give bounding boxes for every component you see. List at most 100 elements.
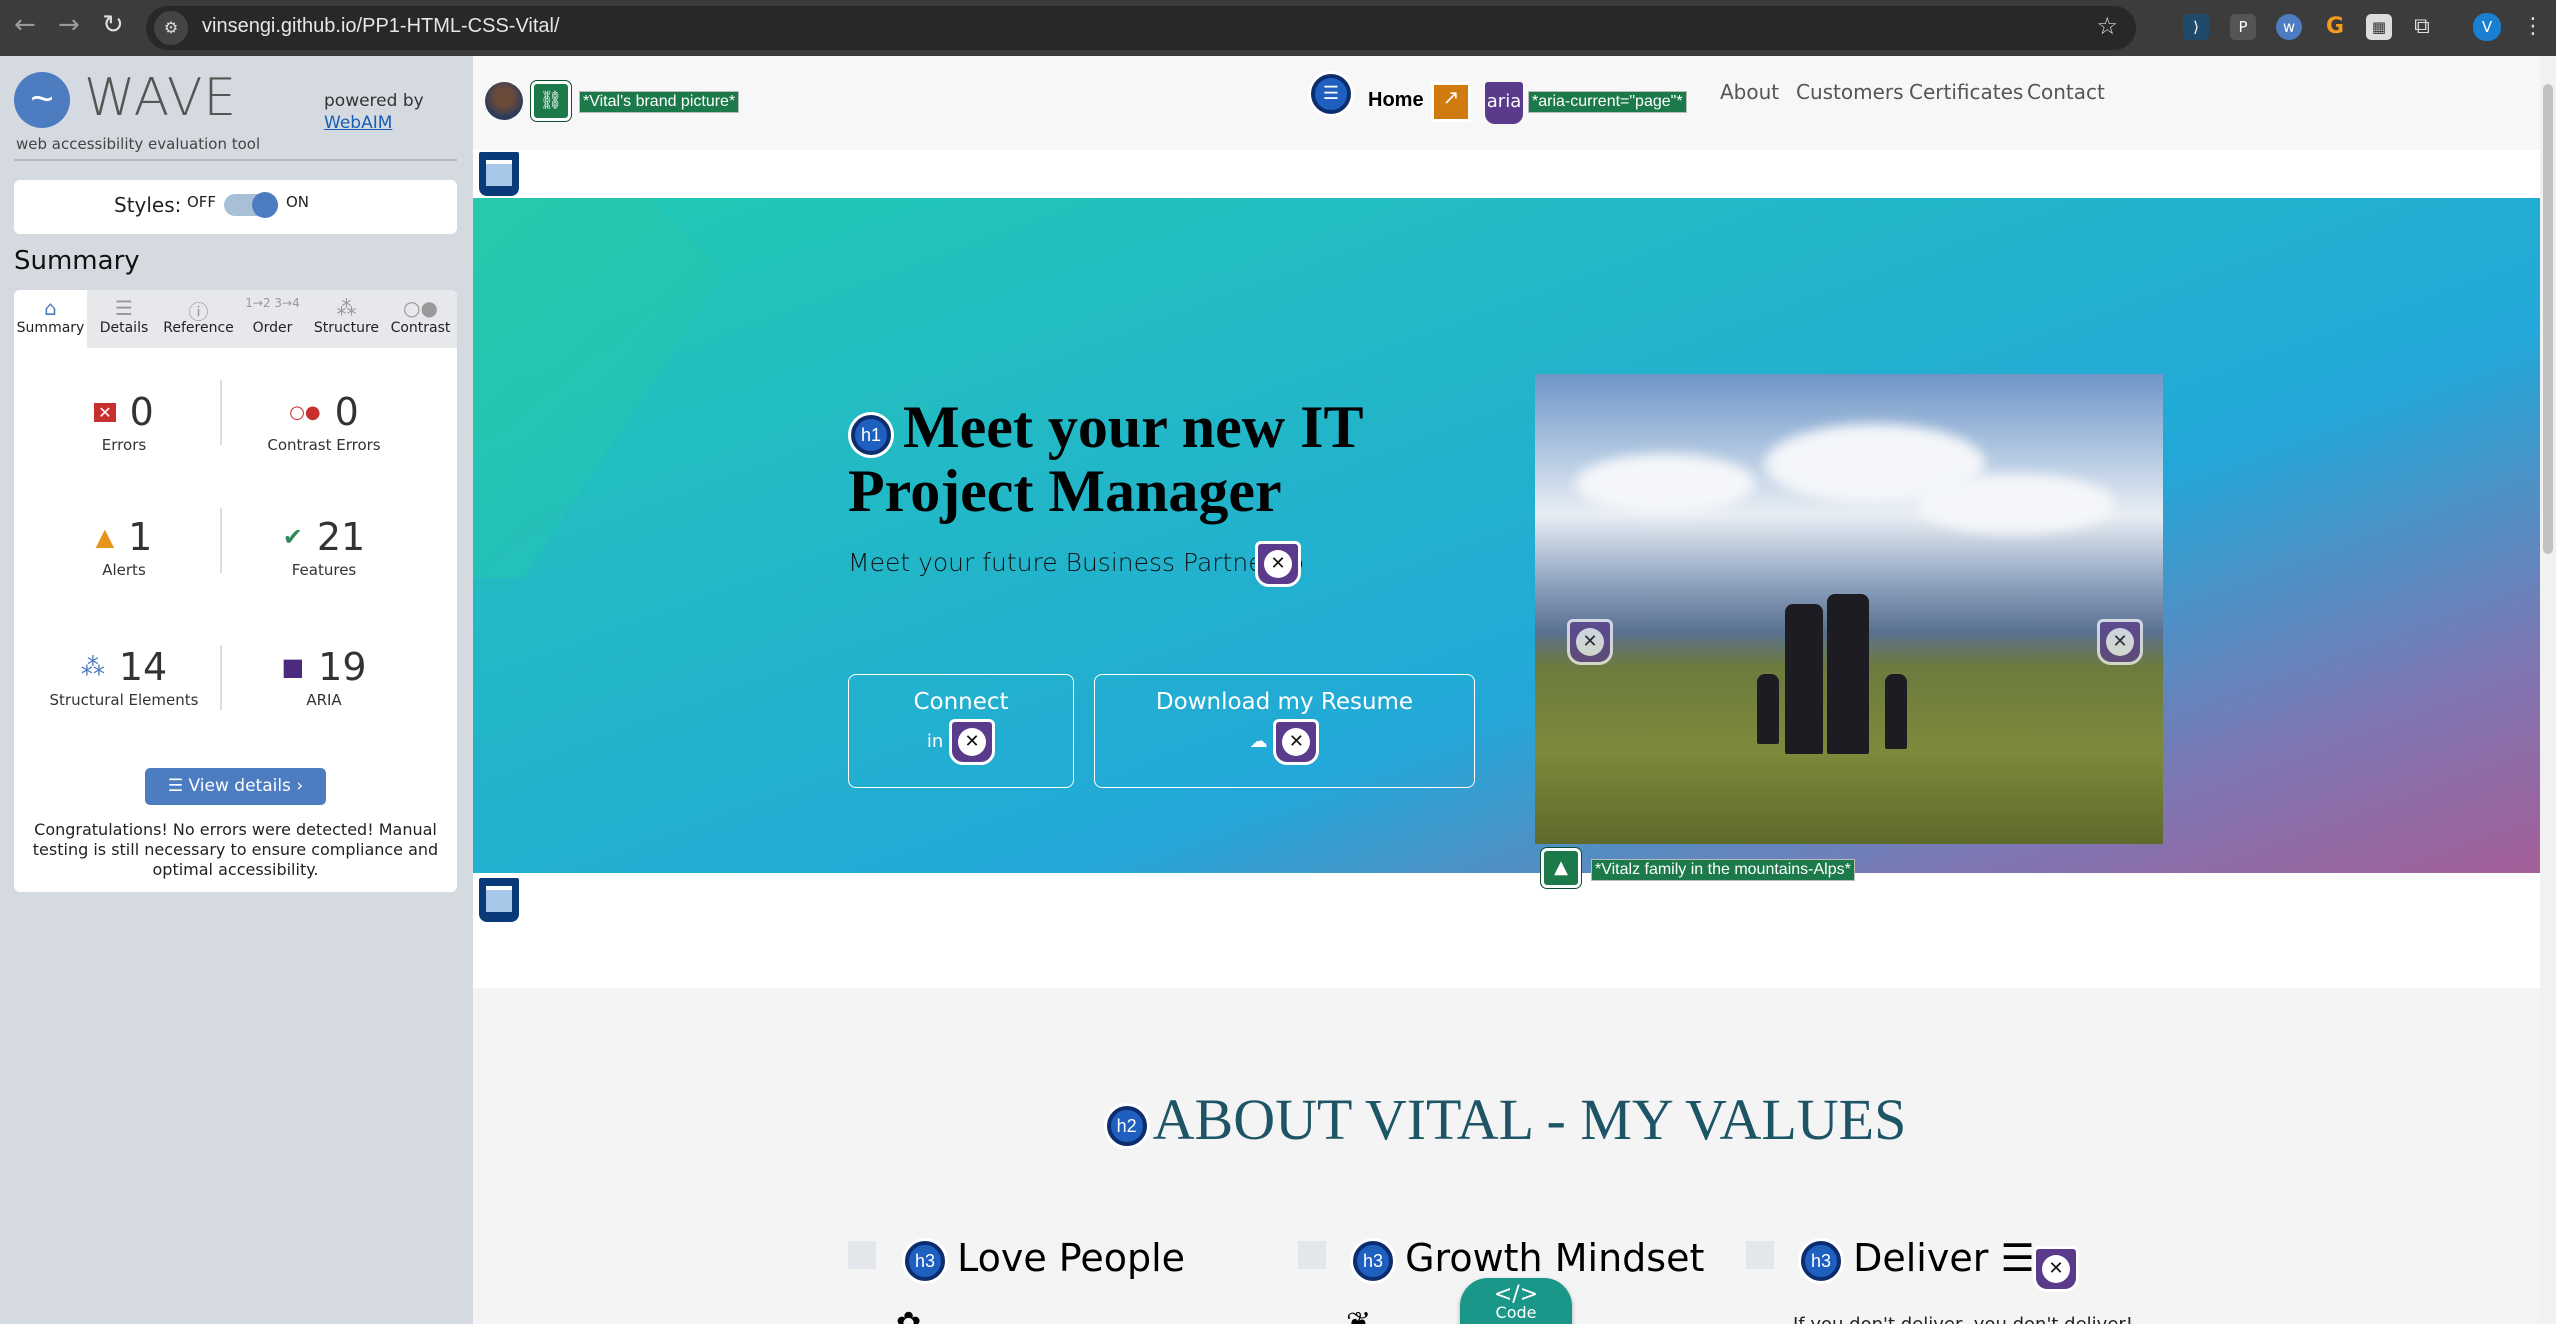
connect-label: Connect <box>913 689 1009 715</box>
contrast-icon: ○● <box>403 296 438 320</box>
brand-avatar[interactable] <box>485 82 523 120</box>
styles-toggle-box: Styles: OFF ON <box>14 180 457 234</box>
aria-alert-icon: ✕ <box>2097 619 2143 665</box>
redundant-link-alert-icon: ↗ <box>1431 82 1471 122</box>
list-icon: ☰ <box>115 296 133 320</box>
summary-panel: ⌂ Summary ☰ Details ⓘ Reference 1→2 3→4 Orde… <box>14 290 457 892</box>
tab-details[interactable]: ☰ Details <box>87 290 161 348</box>
contrast-error-icon: ○● <box>289 401 321 423</box>
download-resume-button[interactable]: Download my Resume ☁ ✕ <box>1094 674 1475 788</box>
image-alt-icon: ▲ <box>1541 848 1581 888</box>
tab-order[interactable]: 1→2 3→4 Order <box>236 290 309 348</box>
value-title: Growth Mindset <box>1405 1236 1705 1280</box>
back-icon[interactable]: ← <box>14 10 36 40</box>
structure-icon: ⁂ <box>336 296 357 320</box>
summary-heading: Summary <box>14 246 140 276</box>
wave-tabs: ⌂ Summary ☰ Details ⓘ Reference 1→2 3→4 Orde… <box>14 290 457 348</box>
empty-aria-alert-icon: ✕ <box>1255 541 1301 587</box>
grammarly-g-icon[interactable]: G <box>2322 14 2348 40</box>
heart-hands-icon: ✿ <box>896 1306 922 1324</box>
person <box>1757 674 1779 744</box>
alerts-count: 1 <box>128 515 153 559</box>
error-icon: ✕ <box>94 402 116 422</box>
linked-image-icon: ⛓ <box>531 81 571 121</box>
tab-label: Order <box>252 320 293 336</box>
home-icon: ⌂ <box>44 296 57 320</box>
stat-errors[interactable]: ✕ 0 Errors <box>24 390 224 454</box>
brush-decoration <box>473 198 723 578</box>
aria-alert-icon: ✕ <box>949 719 996 765</box>
tab-label: Details <box>99 320 149 336</box>
nav-about[interactable]: About <box>1720 80 1779 104</box>
profile-avatar[interactable]: V <box>2473 13 2501 41</box>
wave-subtitle: web accessibility evaluation tool <box>16 135 261 153</box>
url-text[interactable]: vinsengi.github.io/PP1-HTML-CSS-Vital/ <box>202 15 560 38</box>
address-bar[interactable]: ⚙ vinsengi.github.io/PP1-HTML-CSS-Vital/… <box>146 6 2136 50</box>
value-title: Love People <box>957 1236 1186 1280</box>
tab-structure[interactable]: ⁂ Structure <box>309 290 384 348</box>
powered-by: powered by WebAIM <box>324 90 424 134</box>
congrats-message: Congratulations! No errors were detected… <box>32 820 439 879</box>
checklist-icon: ☰ <box>2000 1236 2035 1280</box>
tab-reference[interactable]: ⓘ Reference <box>161 290 236 348</box>
stat-aria[interactable]: ■ 19 ARIA <box>224 645 424 709</box>
info-icon: ⓘ <box>188 300 209 324</box>
forward-icon[interactable]: → <box>58 10 80 40</box>
styles-on-label: ON <box>286 193 310 211</box>
about-heading-text: ABOUT VITAL - MY VALUES <box>1152 1087 1907 1152</box>
errors-label: Errors <box>101 436 147 454</box>
value-growth-mindset: h3 Growth Mindset <box>1353 1236 1704 1281</box>
hero-section: h1 Meet your new IT Project Manager Meet… <box>473 198 2540 888</box>
tab-contrast[interactable]: ○● Contrast <box>384 290 457 348</box>
deliver-text: If you don't deliver, you don't deliver! <box>1793 1314 2133 1324</box>
site-settings-icon[interactable]: ⚙ <box>154 11 188 45</box>
extension-icon[interactable]: P <box>2230 14 2256 40</box>
stat-features[interactable]: ✔ 21 Features <box>224 515 424 579</box>
page-scrollbar[interactable] <box>2540 56 2556 1324</box>
contrast-errors-count: 0 <box>334 390 359 434</box>
person <box>1885 674 1907 749</box>
tab-summary[interactable]: ⌂ Summary <box>14 290 87 348</box>
nav-customers[interactable]: Customers <box>1796 80 1904 104</box>
styles-toggle[interactable] <box>224 192 278 218</box>
menu-kebab-icon[interactable]: ⋮ <box>2520 14 2546 40</box>
tab-label: Structure <box>313 320 380 336</box>
stat-contrast-errors[interactable]: ○● 0 Contrast Errors <box>224 390 424 454</box>
value-deliver: h3 Deliver ☰ <box>1801 1236 2035 1281</box>
stat-alerts[interactable]: ▲ 1 Alerts <box>24 515 224 579</box>
hero-title: Meet your new IT Project Manager <box>848 394 1363 524</box>
connect-button[interactable]: Connect in ✕ <box>848 674 1074 788</box>
h3-badge-icon: h3 <box>1801 1240 1841 1281</box>
brand-alt-text: *Vital's brand picture* <box>579 91 740 113</box>
stat-structural[interactable]: ⁂ 14 Structural Elements <box>24 645 224 709</box>
bookmark-star-icon[interactable]: ☆ <box>2096 12 2118 40</box>
code-brackets-icon: </> <box>1493 1282 1539 1307</box>
scrollbar-thumb[interactable] <box>2543 84 2553 554</box>
value-title: Deliver <box>1853 1236 1989 1280</box>
reload-icon[interactable]: ↻ <box>102 10 124 40</box>
hero-subtitle: Meet your future Business Partner ☺ <box>848 548 1307 578</box>
nav-contact[interactable]: Contact <box>2027 80 2105 104</box>
person <box>1785 604 1823 754</box>
tab-label: Reference <box>163 320 234 336</box>
aria-count: 19 <box>318 645 367 689</box>
brain-icon: ❦ <box>1346 1306 1372 1324</box>
webaim-link[interactable]: WebAIM <box>324 112 424 134</box>
toggle-knob[interactable] <box>252 192 278 218</box>
h2-badge-icon: h2 <box>1106 1105 1147 1146</box>
contrast-errors-label: Contrast Errors <box>267 436 381 454</box>
site-header: ⛓ *Vital's brand picture* ☰ Home ↗ aria … <box>473 56 2540 150</box>
family-mountain-photo: ✕ ✕ <box>1535 374 2163 844</box>
extensions-puzzle-icon[interactable]: ⧉ <box>2409 14 2435 40</box>
nav-home[interactable]: Home <box>1368 89 1424 112</box>
view-details-button[interactable]: ☰ View details › <box>145 768 326 805</box>
vscode-extension-icon[interactable]: ⟩ <box>2183 14 2209 40</box>
code-element-icon: </> Code <box>1460 1278 1572 1324</box>
calculator-extension-icon[interactable]: ▦ <box>2366 14 2392 40</box>
nav-certificates[interactable]: Certificates <box>1909 80 2023 104</box>
tab-label: Contrast <box>390 320 451 336</box>
wave-extension-icon[interactable]: w <box>2276 14 2302 40</box>
tab-label: Summary <box>16 320 85 336</box>
about-heading: h2 ABOUT VITAL - MY VALUES <box>473 1086 2540 1153</box>
h3-badge-icon: h3 <box>905 1240 945 1281</box>
